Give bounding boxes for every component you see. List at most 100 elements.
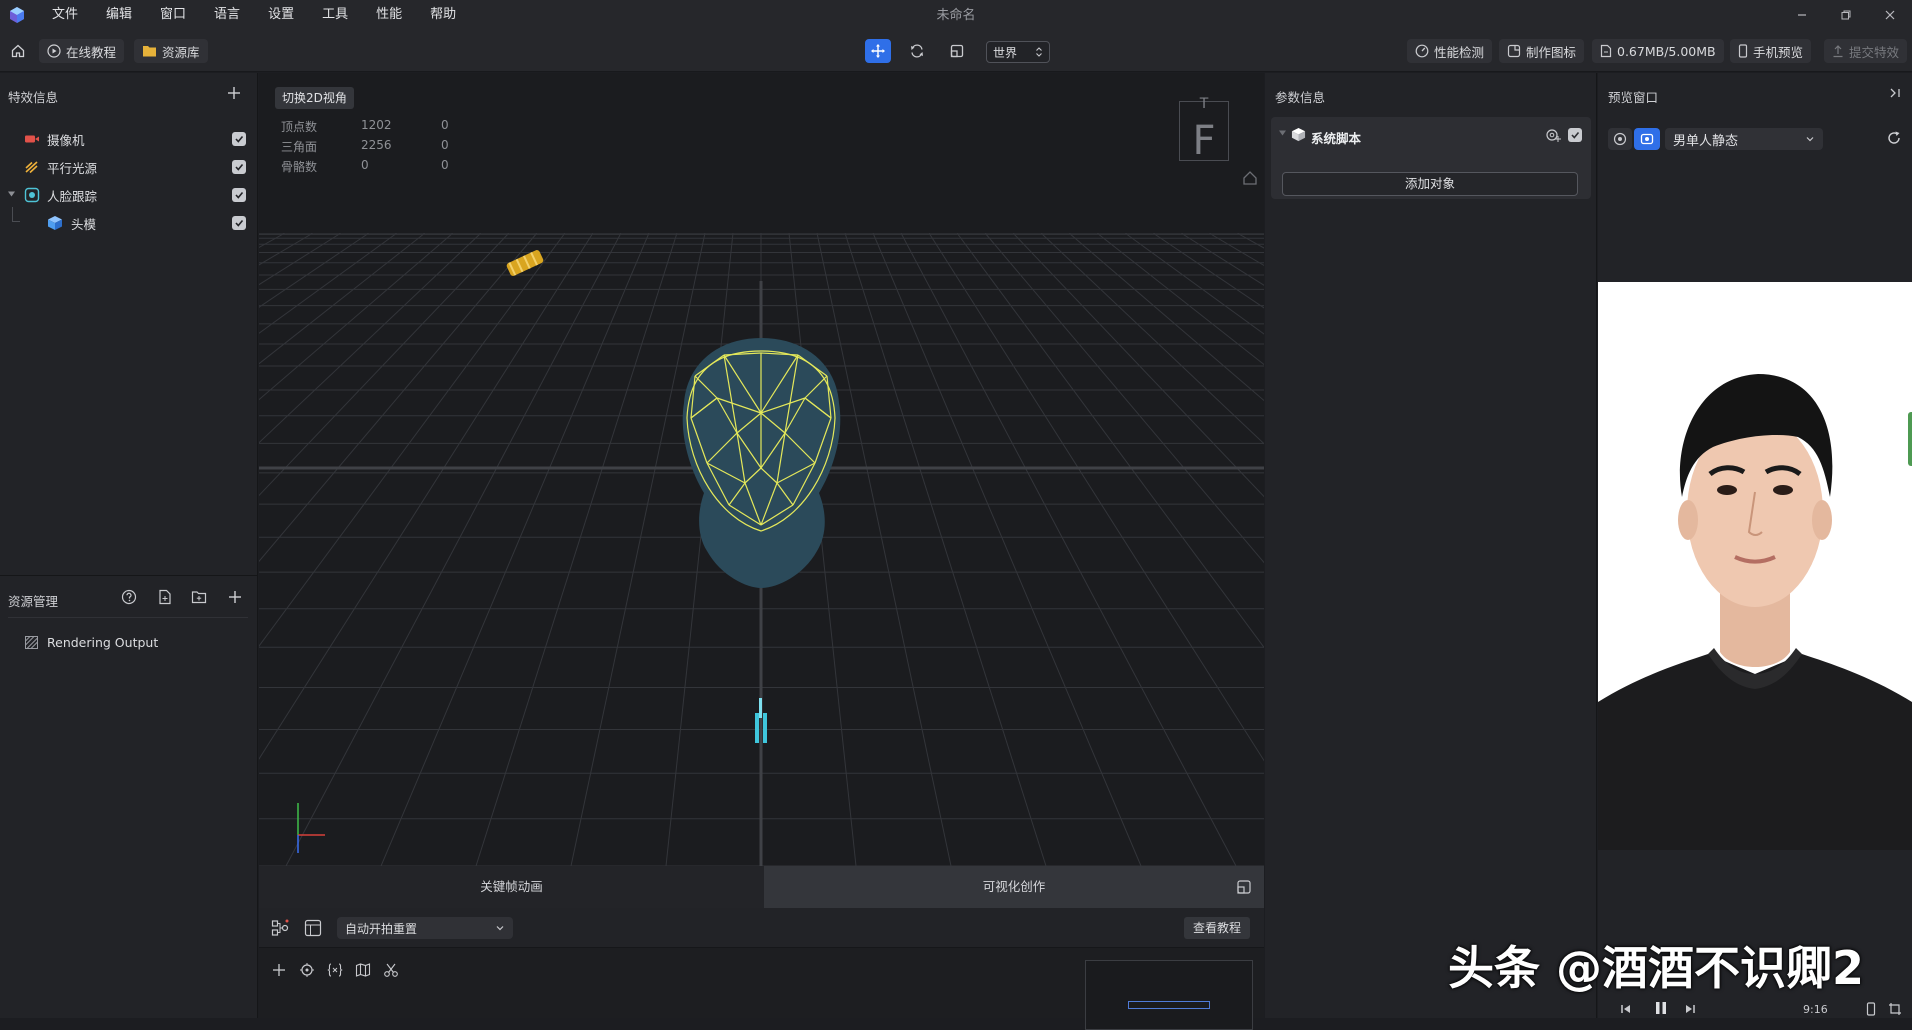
crop-button[interactable] bbox=[1888, 1002, 1902, 1016]
effect-item-label: 平行光源 bbox=[47, 160, 98, 176]
effect-item-head-model[interactable]: 头模 bbox=[0, 207, 258, 237]
auto-reset-select[interactable]: 自动开拍重置 bbox=[337, 917, 513, 939]
preview-panel: 预览窗口 男单人静态 9:16 bbox=[1598, 73, 1912, 1018]
popout-button[interactable] bbox=[1236, 879, 1252, 895]
make-icon-button[interactable]: 制作图标 bbox=[1499, 39, 1585, 63]
script-enabled-checkbox[interactable] bbox=[1568, 128, 1582, 142]
tab-visual-creation[interactable]: 可视化创作 bbox=[764, 866, 1264, 908]
layout-button[interactable] bbox=[304, 919, 322, 937]
device-button[interactable] bbox=[1866, 1002, 1876, 1016]
node-minimap[interactable] bbox=[1085, 960, 1253, 1030]
import-file-button[interactable] bbox=[157, 589, 173, 605]
stat-value: 0 bbox=[441, 118, 449, 132]
submit-effect-button[interactable]: 提交特效 bbox=[1824, 39, 1908, 63]
minimap-viewport[interactable] bbox=[1128, 1001, 1210, 1009]
target-icon bbox=[1613, 132, 1627, 146]
file-size-icon bbox=[1600, 44, 1612, 58]
parameters-panel: 参数信息 系统脚本 添加对象 bbox=[1265, 73, 1597, 1018]
phone-preview-button[interactable]: 手机预览 bbox=[1730, 39, 1812, 63]
view-tutorial-button[interactable]: 查看教程 bbox=[1183, 917, 1250, 939]
menu-language[interactable]: 语言 bbox=[200, 0, 254, 30]
performance-check-button[interactable]: 性能检测 bbox=[1407, 39, 1493, 63]
refresh-button[interactable] bbox=[1886, 130, 1902, 146]
upload-icon bbox=[1833, 45, 1843, 58]
prev-frame-button[interactable] bbox=[1620, 1003, 1632, 1015]
scale-tool-button[interactable] bbox=[944, 39, 970, 63]
visibility-checkbox[interactable] bbox=[232, 132, 246, 146]
node-editor-area[interactable] bbox=[259, 948, 1264, 1030]
collapse-panel-button[interactable] bbox=[1888, 86, 1902, 100]
close-button[interactable] bbox=[1868, 0, 1912, 30]
collapse-arrow-icon[interactable] bbox=[1279, 129, 1287, 137]
resource-item[interactable]: Rendering Output bbox=[0, 628, 258, 656]
rotate-icon bbox=[911, 44, 923, 58]
preview-mode-photo-button[interactable] bbox=[1608, 128, 1632, 150]
stat-label: 骨骼数 bbox=[281, 160, 318, 174]
menu-tools[interactable]: 工具 bbox=[308, 0, 362, 30]
visibility-checkbox[interactable] bbox=[232, 160, 246, 174]
visibility-checkbox[interactable] bbox=[232, 188, 246, 202]
preview-mode-video-button[interactable] bbox=[1634, 128, 1660, 150]
menu-settings[interactable]: 设置 bbox=[254, 0, 308, 30]
menu-performance[interactable]: 性能 bbox=[362, 0, 416, 30]
collapse-arrow-icon[interactable] bbox=[8, 190, 16, 198]
scene-canvas[interactable] bbox=[259, 73, 1264, 866]
pause-button[interactable] bbox=[1654, 1001, 1668, 1015]
effect-item-camera[interactable]: 摄像机 bbox=[0, 125, 258, 153]
cut-button[interactable] bbox=[383, 962, 399, 978]
effect-item-face-tracking[interactable]: 人脸跟踪 bbox=[0, 181, 258, 209]
restore-button[interactable] bbox=[1824, 0, 1868, 30]
menu-help[interactable]: 帮助 bbox=[416, 0, 470, 30]
visibility-checkbox[interactable] bbox=[232, 216, 246, 230]
side-handle[interactable] bbox=[1908, 412, 1912, 466]
add-resource-button[interactable] bbox=[227, 589, 243, 605]
stat-value: 1202 bbox=[361, 118, 392, 132]
next-frame-button[interactable] bbox=[1684, 1003, 1696, 1015]
effect-item-label: 摄像机 bbox=[47, 132, 85, 148]
performance-check-label: 性能检测 bbox=[1434, 44, 1485, 60]
move-tool-button[interactable] bbox=[865, 39, 891, 63]
menu-file[interactable]: 文件 bbox=[38, 0, 92, 30]
menu-window[interactable]: 窗口 bbox=[146, 0, 200, 30]
gizmo-top-label: T bbox=[1199, 96, 1209, 112]
resource-item-label: Rendering Output bbox=[47, 634, 159, 650]
map-button[interactable] bbox=[355, 962, 371, 978]
preview-model-select[interactable]: 男单人静态 bbox=[1665, 128, 1823, 150]
node-graph-button[interactable] bbox=[271, 919, 289, 937]
preview-portrait-image bbox=[1598, 282, 1912, 850]
resource-library-button[interactable]: 资源库 bbox=[134, 39, 208, 63]
home-button[interactable] bbox=[5, 39, 31, 63]
effect-item-directional-light[interactable]: 平行光源 bbox=[0, 153, 258, 181]
effects-panel: 特效信息 摄像机 平行光源 人脸跟踪 头模 资源管理 Rendering Out… bbox=[0, 73, 258, 1018]
video-icon bbox=[1640, 133, 1654, 145]
stat-value: 0 bbox=[441, 158, 449, 172]
script-cube-icon bbox=[1291, 127, 1306, 142]
locate-button[interactable] bbox=[299, 962, 315, 978]
minimize-button[interactable] bbox=[1780, 0, 1824, 30]
collapse-right-icon bbox=[1890, 88, 1900, 98]
stat-value: 2256 bbox=[361, 138, 392, 152]
new-folder-button[interactable] bbox=[191, 589, 207, 605]
add-node-button[interactable] bbox=[271, 962, 287, 978]
gizmo-front-label: F bbox=[1192, 118, 1216, 164]
aspect-ratio-select[interactable]: 9:16 bbox=[1803, 1003, 1828, 1016]
scene-viewport[interactable]: 切换2D视角 顶点数 1202 0 三角面 2256 0 骨骼数 0 0 T F bbox=[259, 73, 1264, 866]
menu-edit[interactable]: 编辑 bbox=[92, 0, 146, 30]
preview-model-value: 男单人静态 bbox=[1673, 133, 1739, 149]
animation-toolbar: 自动开拍重置 查看教程 bbox=[259, 908, 1264, 948]
variable-button[interactable] bbox=[327, 962, 343, 978]
render-output-icon bbox=[24, 635, 39, 650]
online-tutorial-button[interactable]: 在线教程 bbox=[39, 39, 125, 63]
add-effect-button[interactable] bbox=[226, 85, 242, 101]
help-button[interactable] bbox=[121, 589, 137, 605]
switch-2d-view-button[interactable]: 切换2D视角 bbox=[275, 87, 354, 109]
gear-plus-icon bbox=[1546, 129, 1561, 142]
light-gizmo[interactable] bbox=[506, 249, 545, 277]
script-settings-button[interactable] bbox=[1545, 127, 1561, 143]
rotate-tool-button[interactable] bbox=[904, 39, 930, 63]
coordinate-space-select[interactable]: 世界 bbox=[986, 41, 1050, 63]
add-object-button[interactable]: 添加对象 bbox=[1282, 172, 1578, 196]
view-cube-gizmo[interactable]: T F bbox=[1179, 96, 1229, 164]
tab-keyframe-animation[interactable]: 关键帧动画 bbox=[259, 866, 764, 908]
app-logo-icon bbox=[8, 6, 26, 24]
